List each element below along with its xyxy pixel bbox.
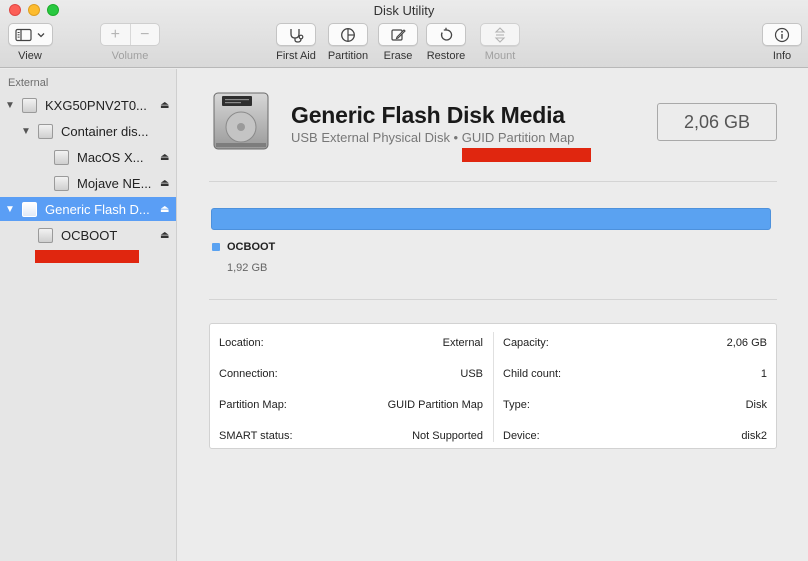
disk-size-badge: 2,06 GB (657, 103, 777, 141)
sidebar-item-ocboot[interactable]: OCBOOT ⏏ (0, 223, 176, 247)
mount-label: Mount (484, 50, 516, 62)
sidebar-item-label: MacOS X... (77, 149, 144, 165)
eject-icon[interactable]: ⏏ (160, 152, 169, 163)
sidebar-item-label: Generic Flash D... (45, 201, 150, 217)
sidebar-item-kxg50pnv2t0[interactable]: ▼ KXG50PNV2T0... ⏏ (0, 93, 176, 117)
volume-label: Volume (111, 50, 149, 62)
device-value: disk2 (741, 430, 767, 442)
disk-info-table: Location: External Connection: USB Parti… (209, 323, 777, 449)
info-button[interactable] (762, 23, 802, 46)
child-count-key: Child count: (503, 368, 562, 380)
connection-value: USB (460, 368, 483, 380)
partition-usage-bar (211, 208, 771, 230)
disk-title: Generic Flash Disk Media (291, 102, 565, 128)
partition-name: OCBOOT (227, 241, 276, 253)
info-column-divider (493, 332, 494, 442)
toolbar: Disk Utility View + − Volume First Aid P… (0, 0, 808, 68)
redaction-bar (462, 148, 591, 162)
sidebar-item-label: Mojave NE... (77, 175, 152, 191)
erase-label: Erase (383, 50, 413, 62)
eject-icon[interactable]: ⏏ (160, 100, 169, 111)
info-icon (774, 27, 790, 42)
capacity-value: 2,06 GB (726, 337, 767, 349)
pie-chart-icon (341, 27, 355, 42)
partition-color-swatch (212, 243, 220, 251)
redaction-bar (35, 250, 139, 263)
info-label: Info (772, 50, 792, 62)
restore-button[interactable] (426, 23, 466, 46)
first-aid-label: First Aid (276, 50, 316, 62)
erase-pencil-icon (391, 28, 406, 41)
window-title: Disk Utility (373, 3, 435, 18)
stethoscope-icon (290, 28, 304, 43)
divider (209, 299, 777, 300)
erase-button[interactable] (378, 23, 418, 46)
sidebar: External ▼ KXG50PNV2T0... ⏏ ▼ Container … (0, 69, 177, 561)
internal-disk-icon (22, 97, 37, 113)
sidebar-item-label: KXG50PNV2T0... (45, 97, 147, 113)
partition-label: Partition (327, 50, 369, 62)
external-disk-icon (22, 201, 37, 217)
sidebar-item-macos-x[interactable]: MacOS X... ⏏ (0, 145, 176, 169)
disclosure-triangle-icon[interactable]: ▼ (5, 100, 15, 111)
sidebar-item-mojave[interactable]: Mojave NE... ⏏ (0, 171, 176, 195)
device-key: Device: (503, 430, 540, 442)
partition-size: 1,92 GB (227, 262, 268, 274)
disclosure-triangle-icon[interactable]: ▼ (21, 126, 31, 137)
partition-button[interactable] (328, 23, 368, 46)
minus-icon: − (129, 24, 160, 45)
type-key: Type: (503, 399, 530, 411)
eject-icon[interactable]: ⏏ (160, 178, 169, 189)
smart-status-key: SMART status: (219, 430, 293, 442)
mount-button[interactable] (480, 23, 520, 46)
type-value: Disk (745, 399, 767, 411)
sidebar-item-label: OCBOOT (61, 227, 118, 243)
container-disk-icon (38, 123, 53, 139)
sidebar-toggle-icon (14, 28, 44, 41)
eject-icon[interactable]: ⏏ (160, 230, 169, 241)
restore-label: Restore (426, 50, 466, 62)
main-panel: Generic Flash Disk Media USB External Ph… (178, 69, 808, 561)
first-aid-button[interactable] (276, 23, 316, 46)
divider (209, 181, 777, 182)
sidebar-section-external: External (8, 77, 49, 89)
smart-status-value: Not Supported (412, 430, 483, 442)
hard-drive-icon (213, 92, 269, 150)
location-value: External (442, 337, 483, 349)
volume-add-remove-control: + − (100, 23, 160, 46)
volume-disk-icon (38, 227, 53, 243)
partition-map-key: Partition Map: (219, 399, 287, 411)
volume-disk-icon (54, 175, 69, 191)
sidebar-item-label: Container dis... (61, 123, 149, 139)
sidebar-item-generic-flash-disk[interactable]: ▼ Generic Flash D... ⏏ (0, 197, 176, 221)
disclosure-triangle-icon[interactable]: ▼ (5, 204, 15, 215)
mount-icon (494, 26, 506, 43)
partition-map-value: GUID Partition Map (387, 399, 483, 411)
child-count-value: 1 (760, 368, 767, 380)
restore-arrow-icon (440, 27, 453, 41)
eject-icon[interactable]: ⏏ (160, 204, 169, 215)
capacity-key: Capacity: (503, 337, 549, 349)
connection-key: Connection: (219, 368, 278, 380)
view-button[interactable] (8, 23, 53, 46)
sidebar-item-container-disk[interactable]: ▼ Container dis... (0, 119, 176, 143)
volume-disk-icon (54, 149, 69, 165)
location-key: Location: (219, 337, 264, 349)
plus-icon: + (110, 25, 120, 43)
disk-subtitle: USB External Physical Disk • GUID Partit… (291, 130, 575, 145)
view-label: View (18, 50, 42, 62)
